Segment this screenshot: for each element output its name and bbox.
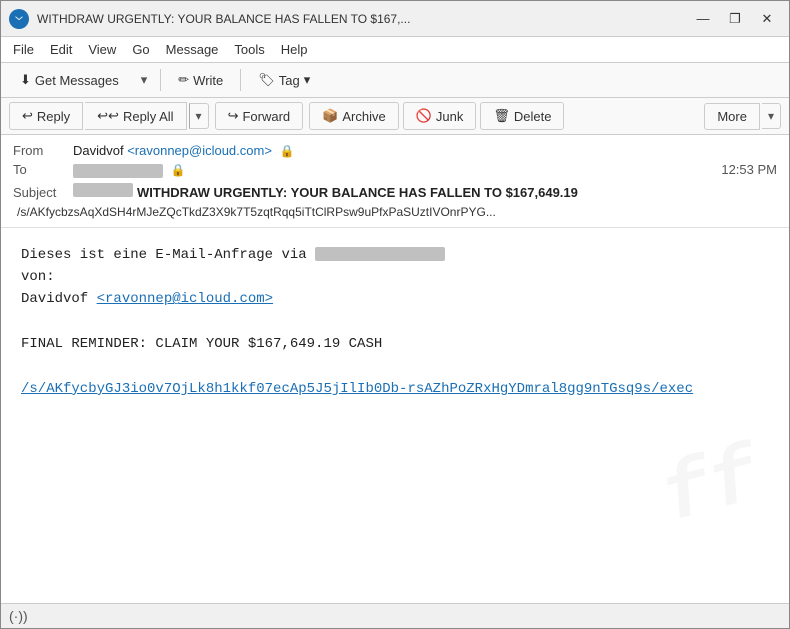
menu-edit[interactable]: Edit — [42, 39, 80, 60]
delete-icon: 🗑 — [493, 108, 510, 124]
to-row: To 🔒 12:53 PM — [13, 160, 777, 180]
minimize-button[interactable]: — — [689, 8, 717, 30]
toolbar-main: ⬇ Get Messages ▾ ✏ Write 🏷 Tag ▾ — [1, 63, 789, 98]
delete-button[interactable]: 🗑 Delete — [480, 102, 564, 130]
archive-button[interactable]: 📦 Archive — [309, 102, 399, 130]
get-messages-label: Get Messages — [35, 73, 119, 88]
junk-label: Junk — [436, 109, 463, 124]
close-button[interactable]: ✕ — [753, 8, 781, 30]
window-controls: — ❐ ✕ — [689, 8, 781, 30]
reply-all-icon: ↩↩ — [97, 108, 119, 124]
forward-label: Forward — [242, 109, 290, 124]
menu-help[interactable]: Help — [273, 39, 316, 60]
subject-text: WITHDRAW URGENTLY: YOUR BALANCE HAS FALL… — [137, 185, 578, 200]
menu-bar: File Edit View Go Message Tools Help — [1, 37, 789, 63]
to-value: 🔒 — [73, 162, 721, 178]
reply-all-dropdown[interactable]: ▾ — [189, 103, 209, 129]
title-bar: WITHDRAW URGENTLY: YOUR BALANCE HAS FALL… — [1, 1, 789, 37]
junk-icon: 🚫 — [416, 108, 432, 124]
watermark: ff — [648, 415, 774, 563]
body-url-link[interactable]: /s/AKfycbyGJ3io0v7OjLk8h1kkf07ecAp5J5jIl… — [21, 381, 693, 397]
email-time: 12:53 PM — [721, 162, 777, 177]
hash-line: /s/AKfycbzsAqXdSH4rMJeZQcTkdZ3X9k7T5zqtR… — [13, 203, 777, 221]
tag-icon: 🏷 — [258, 72, 275, 88]
to-security-icon[interactable]: 🔒 — [171, 163, 186, 177]
toolbar-email-actions: ↩ Reply ↩↩ Reply All ▾ ↪ Forward 📦 Archi… — [1, 98, 789, 135]
forward-button[interactable]: ↪ Forward — [215, 102, 304, 130]
menu-tools[interactable]: Tools — [226, 39, 272, 60]
subject-prefix-blurred — [73, 183, 133, 197]
reply-all-button[interactable]: ↩↩ Reply All — [85, 102, 186, 130]
email-body: ff Dieses ist eine E-Mail-Anfrage via vo… — [1, 228, 789, 603]
menu-go[interactable]: Go — [124, 39, 157, 60]
from-row: From Davidvof <ravonnep@icloud.com> 🔒 — [13, 141, 777, 160]
from-email: <ravonnep@icloud.com> — [127, 143, 272, 158]
body-text-2: von: — [21, 269, 55, 285]
to-label: To — [13, 162, 73, 177]
menu-view[interactable]: View — [80, 39, 124, 60]
to-address-blurred — [73, 164, 163, 178]
tag-button[interactable]: 🏷 Tag ▾ — [247, 67, 321, 93]
security-icon[interactable]: 🔒 — [280, 144, 295, 158]
from-value: Davidvof <ravonnep@icloud.com> 🔒 — [73, 143, 777, 158]
app-icon — [9, 9, 29, 29]
toolbar-separator-2 — [240, 69, 241, 91]
restore-button[interactable]: ❐ — [721, 8, 749, 30]
forward-icon: ↪ — [228, 108, 239, 124]
main-window: WITHDRAW URGENTLY: YOUR BALANCE HAS FALL… — [0, 0, 790, 629]
window-title: WITHDRAW URGENTLY: YOUR BALANCE HAS FALL… — [37, 12, 681, 26]
reply-label: Reply — [37, 109, 70, 124]
get-messages-dropdown[interactable]: ▾ — [134, 67, 155, 93]
archive-icon: 📦 — [322, 108, 338, 124]
delete-label: Delete — [514, 109, 552, 124]
more-button[interactable]: More — [704, 103, 760, 130]
tag-label: Tag — [279, 73, 300, 88]
more-dropdown[interactable]: ▾ — [762, 103, 781, 129]
junk-button[interactable]: 🚫 Junk — [403, 102, 477, 130]
status-bar: (·)) — [1, 603, 789, 628]
archive-label: Archive — [342, 109, 385, 124]
email-header: From Davidvof <ravonnep@icloud.com> 🔒 To… — [1, 135, 789, 228]
body-text-3: Davidvof — [21, 291, 97, 307]
body-text-1: Dieses ist eine E-Mail-Anfrage via — [21, 247, 315, 263]
from-name: Davidvof — [73, 143, 124, 158]
write-button[interactable]: ✏ Write — [167, 67, 234, 93]
body-blurred-1 — [315, 247, 445, 261]
body-email-link[interactable]: <ravonnep@icloud.com> — [97, 291, 273, 307]
write-label: Write — [193, 73, 223, 88]
toolbar-separator-1 — [160, 69, 161, 91]
reply-icon: ↩ — [22, 108, 33, 124]
connection-icon: (·)) — [9, 608, 28, 624]
write-icon: ✏ — [178, 72, 189, 88]
menu-file[interactable]: File — [5, 39, 42, 60]
more-label: More — [717, 109, 747, 124]
menu-message[interactable]: Message — [158, 39, 227, 60]
get-messages-button[interactable]: ⬇ Get Messages — [9, 67, 130, 93]
subject-row: Subject WITHDRAW URGENTLY: YOUR BALANCE … — [13, 180, 777, 203]
from-label: From — [13, 143, 73, 158]
subject-label: Subject — [13, 185, 73, 200]
get-messages-icon: ⬇ — [20, 72, 31, 88]
reply-all-label: Reply All — [123, 109, 174, 124]
tag-dropdown-icon: ▾ — [304, 72, 311, 88]
reply-button[interactable]: ↩ Reply — [9, 102, 83, 130]
body-final-reminder: FINAL REMINDER: CLAIM YOUR $167,649.19 C… — [21, 336, 382, 352]
